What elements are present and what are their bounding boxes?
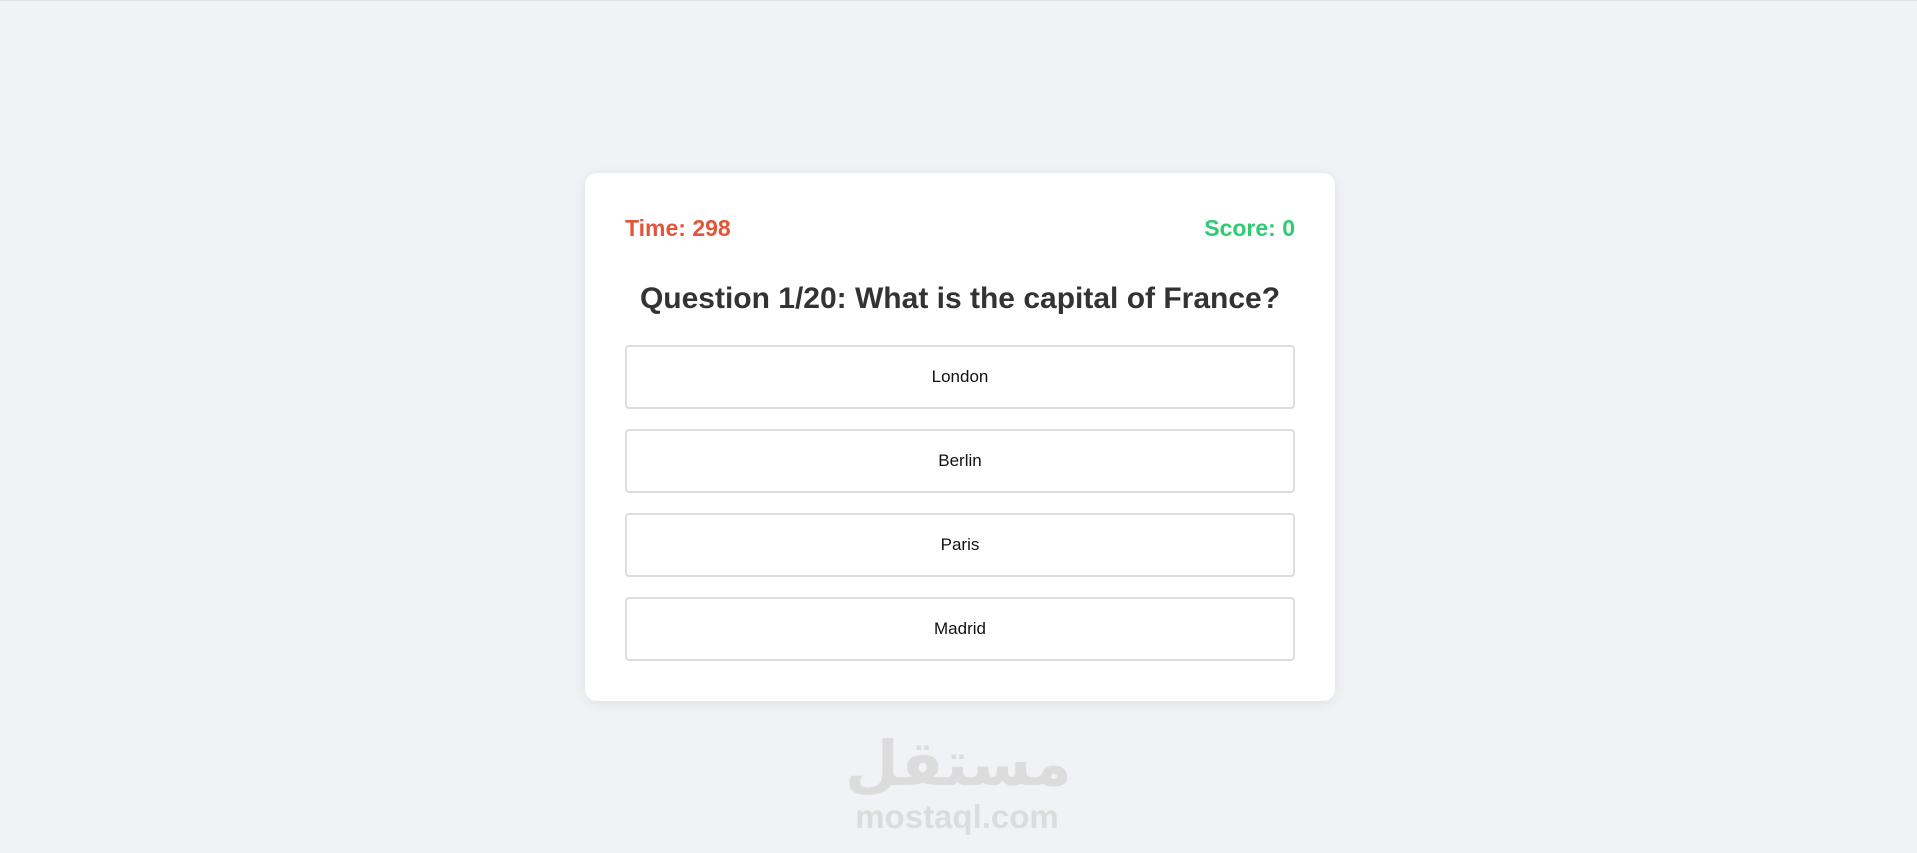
score-display: Score: 0 [1204,214,1295,241]
answer-option-paris[interactable]: Paris [625,513,1295,577]
question-text: Question 1/20: What is the capital of Fr… [639,282,1281,315]
watermark-arabic-text: مستقل [845,727,1072,800]
quiz-header: Time: 298 Score: 0 [625,213,1295,243]
mostaql-watermark-logo: مستقل mostaql.com [845,727,1072,835]
answer-option-london[interactable]: London [625,345,1295,409]
quiz-card: Time: 298 Score: 0 Question 1/20: What i… [585,173,1335,701]
watermark-domain-text: mostaql.com [855,798,1059,835]
timer-display: Time: 298 [625,214,731,241]
page: Time: 298 Score: 0 Question 1/20: What i… [0,0,1917,853]
answer-options: London Berlin Paris Madrid [625,345,1295,661]
answer-option-berlin[interactable]: Berlin [625,429,1295,493]
answer-option-madrid[interactable]: Madrid [625,597,1295,661]
